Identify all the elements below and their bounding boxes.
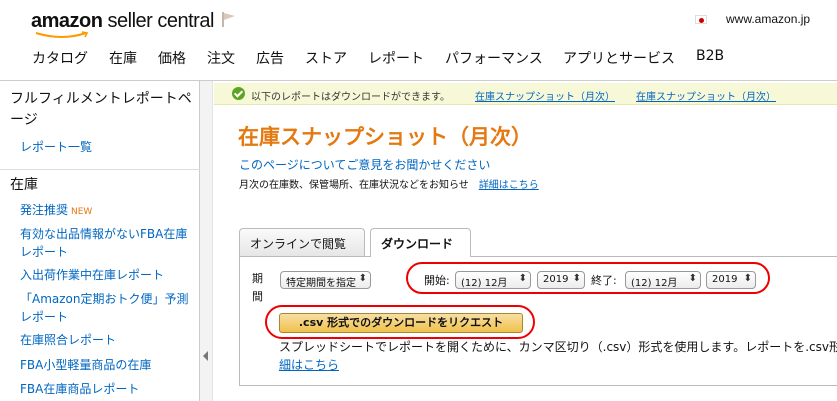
end-month-select[interactable]: (12) 12月 [625, 271, 701, 289]
csv-description: スプレッドシートでレポートを開くために、カンマ区切り（.csv）形式を使用します… [279, 340, 837, 354]
check-circle-icon [232, 87, 245, 100]
csv-details-link[interactable]: 細はこちら [279, 356, 339, 373]
tab-download[interactable]: ダウンロード [370, 228, 471, 257]
nav-catalog[interactable]: カタログ [32, 48, 88, 68]
tab-view-online[interactable]: オンラインで閲覧 [239, 228, 365, 256]
nav-inventory[interactable]: 在庫 [109, 48, 137, 68]
nav-advertising[interactable]: 広告 [256, 48, 284, 68]
sidebar-item-label: 発注推奨 [20, 203, 69, 217]
nav-b2b[interactable]: B2B [696, 48, 724, 64]
report-description: 月次の在庫数、保管場所、在庫状況などをお知らせ 詳細はこちら [239, 176, 539, 191]
end-year-select[interactable]: 2019 [706, 271, 756, 289]
description-text: 月次の在庫数、保管場所、在庫状況などをお知らせ [239, 180, 469, 191]
sidebar-divider [0, 169, 200, 170]
amazon-smile-icon [35, 31, 89, 38]
logo-seller-central-text: seller central [102, 10, 215, 32]
nav-apps-services[interactable]: アプリとサービス [563, 48, 675, 68]
period-type-select[interactable]: 特定期間を指定 [280, 271, 371, 289]
sidebar-report-list-link[interactable]: レポート一覧 [20, 138, 190, 156]
period-label: 期間 [252, 272, 263, 303]
banner-report-link-1[interactable]: 在庫スナップショット（月次） [475, 88, 615, 103]
sidebar-title: フルフィルメントレポートページ [10, 91, 192, 128]
seller-central-logo[interactable]: amazon seller central [31, 10, 214, 33]
start-label: 開始: [424, 274, 450, 287]
flag-icon[interactable] [220, 10, 238, 28]
sidebar-item-stranded-inventory[interactable]: 有効な出品情報がないFBA在庫レポート [20, 225, 190, 261]
new-badge: NEW [71, 207, 93, 217]
sidebar-item-inbound-outbound[interactable]: 入出荷作業中在庫レポート [20, 266, 190, 284]
nav-pricing[interactable]: 価格 [158, 48, 186, 68]
banner-report-link-2[interactable]: 在庫スナップショット（月次） [636, 88, 776, 103]
banner-message: 以下のレポートはダウンロードができます。 [251, 92, 450, 103]
sidebar-item-subscribe-save[interactable]: 「Amazon定期おトク便」予測レポート [20, 290, 190, 326]
japan-flag-icon [695, 15, 707, 24]
nav-stores[interactable]: ストア [305, 48, 347, 68]
nav-reports[interactable]: レポート [368, 48, 424, 68]
sidebar-collapse-handle[interactable] [200, 81, 213, 401]
page-title: 在庫スナップショット（月次） [238, 125, 532, 149]
main-navigation: カタログ 在庫 価格 注文 広告 ストア レポート パフォーマンス アプリとサー… [0, 48, 837, 72]
success-banner: 以下のレポートはダウンロードができます。 在庫スナップショット（月次） 在庫スナ… [214, 83, 837, 105]
chevron-left-icon [203, 351, 208, 361]
start-month-select[interactable]: (12) 12月 [455, 271, 531, 289]
marketplace-domain[interactable]: www.amazon.jp [726, 12, 810, 26]
top-header: amazon seller central www.amazon.jp [0, 0, 837, 42]
nav-performance[interactable]: パフォーマンス [445, 48, 543, 68]
sidebar-item-small-light[interactable]: FBA小型軽量商品の在庫 [20, 356, 190, 374]
sidebar-item-reconciliation[interactable]: 在庫照合レポート [20, 331, 190, 349]
sidebar: フルフィルメントレポートページ レポート一覧 在庫 発注推奨 NEW 有効な出品情… [0, 81, 200, 401]
end-label: 終了: [591, 274, 617, 287]
start-year-select[interactable]: 2019 [537, 271, 585, 289]
logo-amazon-text: amazon [31, 10, 103, 32]
csv-download-request-button[interactable]: .csv 形式でのダウンロードをリクエスト [279, 313, 523, 333]
sidebar-item-fba-inventory[interactable]: FBA在庫商品レポート [20, 380, 190, 398]
nav-orders[interactable]: 注文 [207, 48, 235, 68]
sidebar-section-inventory: 在庫 [10, 177, 38, 193]
feedback-link[interactable]: このページについてご意見をお聞かせください [239, 156, 490, 173]
details-link[interactable]: 詳細はこちら [479, 180, 539, 191]
sidebar-item-restock[interactable]: 発注推奨 NEW [20, 201, 190, 221]
